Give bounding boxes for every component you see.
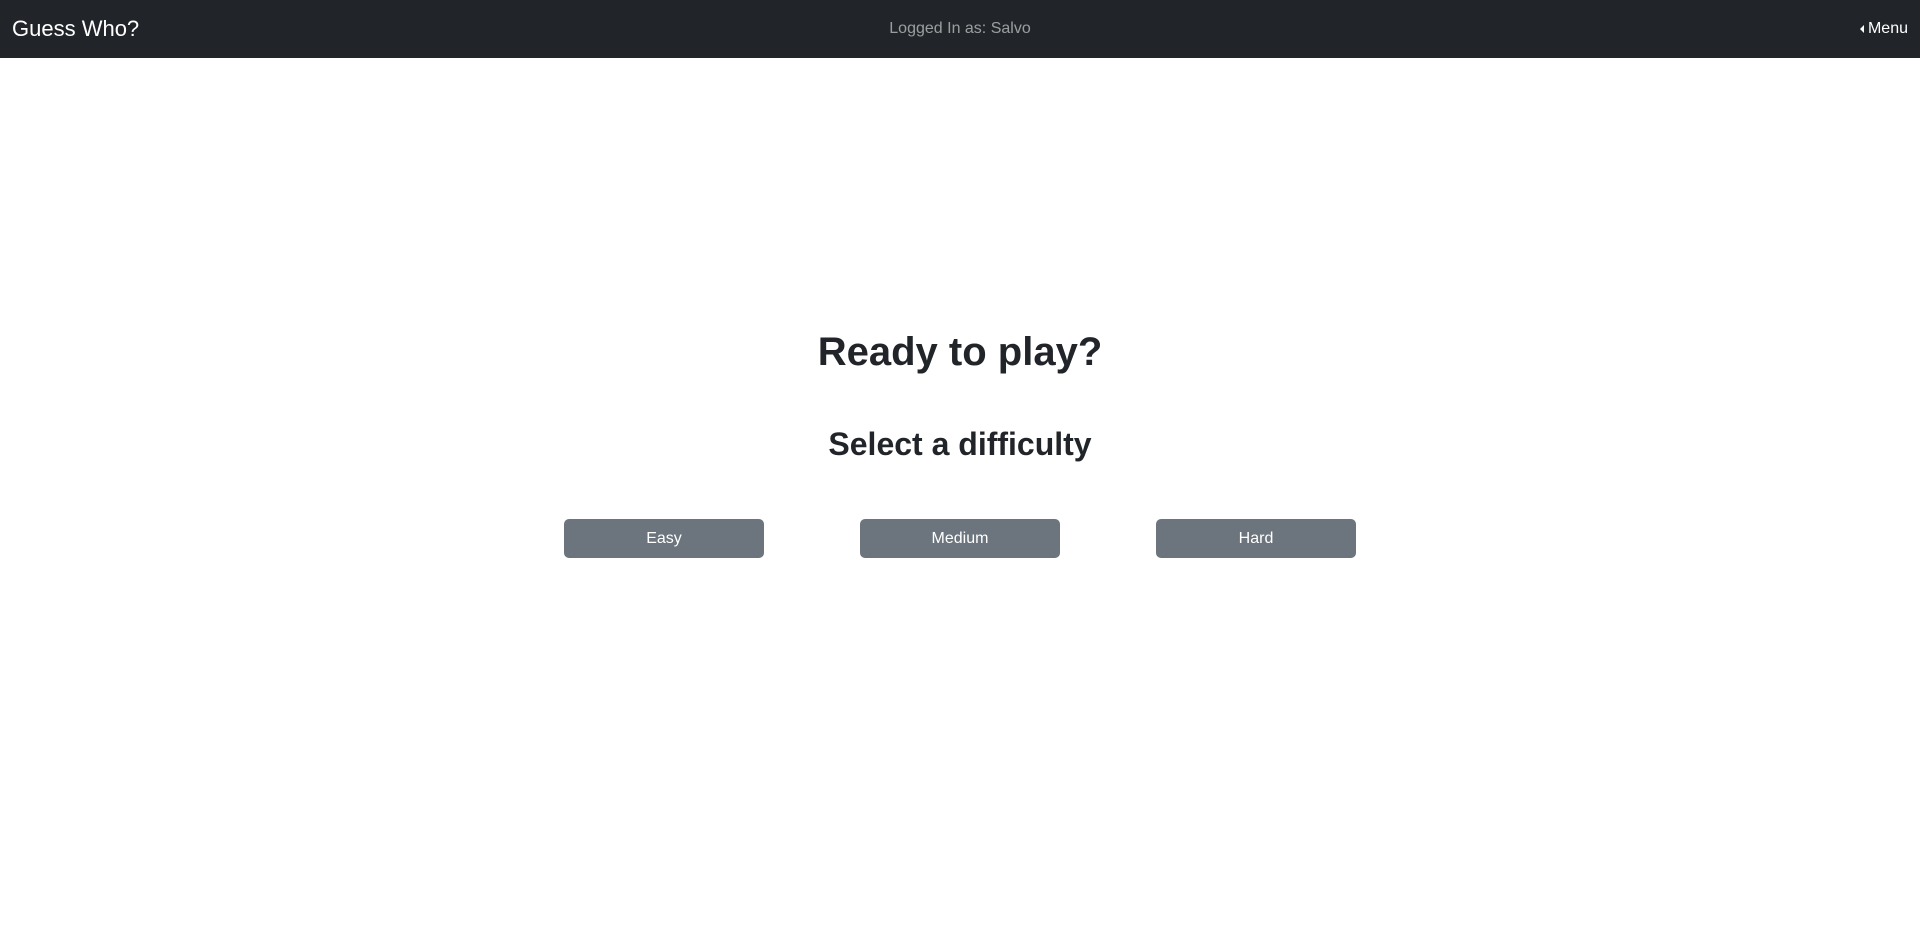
logged-in-status: Logged In as: Salvo: [889, 20, 1031, 37]
difficulty-prompt: Select a difficulty: [828, 426, 1092, 462]
menu-label: Menu: [1867, 20, 1908, 37]
caret-left-icon: [1859, 25, 1864, 33]
menu-toggle-button[interactable]: Menu: [1859, 0, 1908, 58]
game-start-panel: Ready to play? Select a difficulty Easy …: [0, 58, 1920, 931]
hard-button[interactable]: Hard: [1156, 519, 1356, 558]
top-navbar: Guess Who? Logged In as: Salvo Menu: [0, 0, 1920, 58]
page-title: Ready to play?: [817, 330, 1103, 374]
medium-button[interactable]: Medium: [860, 519, 1060, 558]
easy-button[interactable]: Easy: [564, 519, 764, 558]
